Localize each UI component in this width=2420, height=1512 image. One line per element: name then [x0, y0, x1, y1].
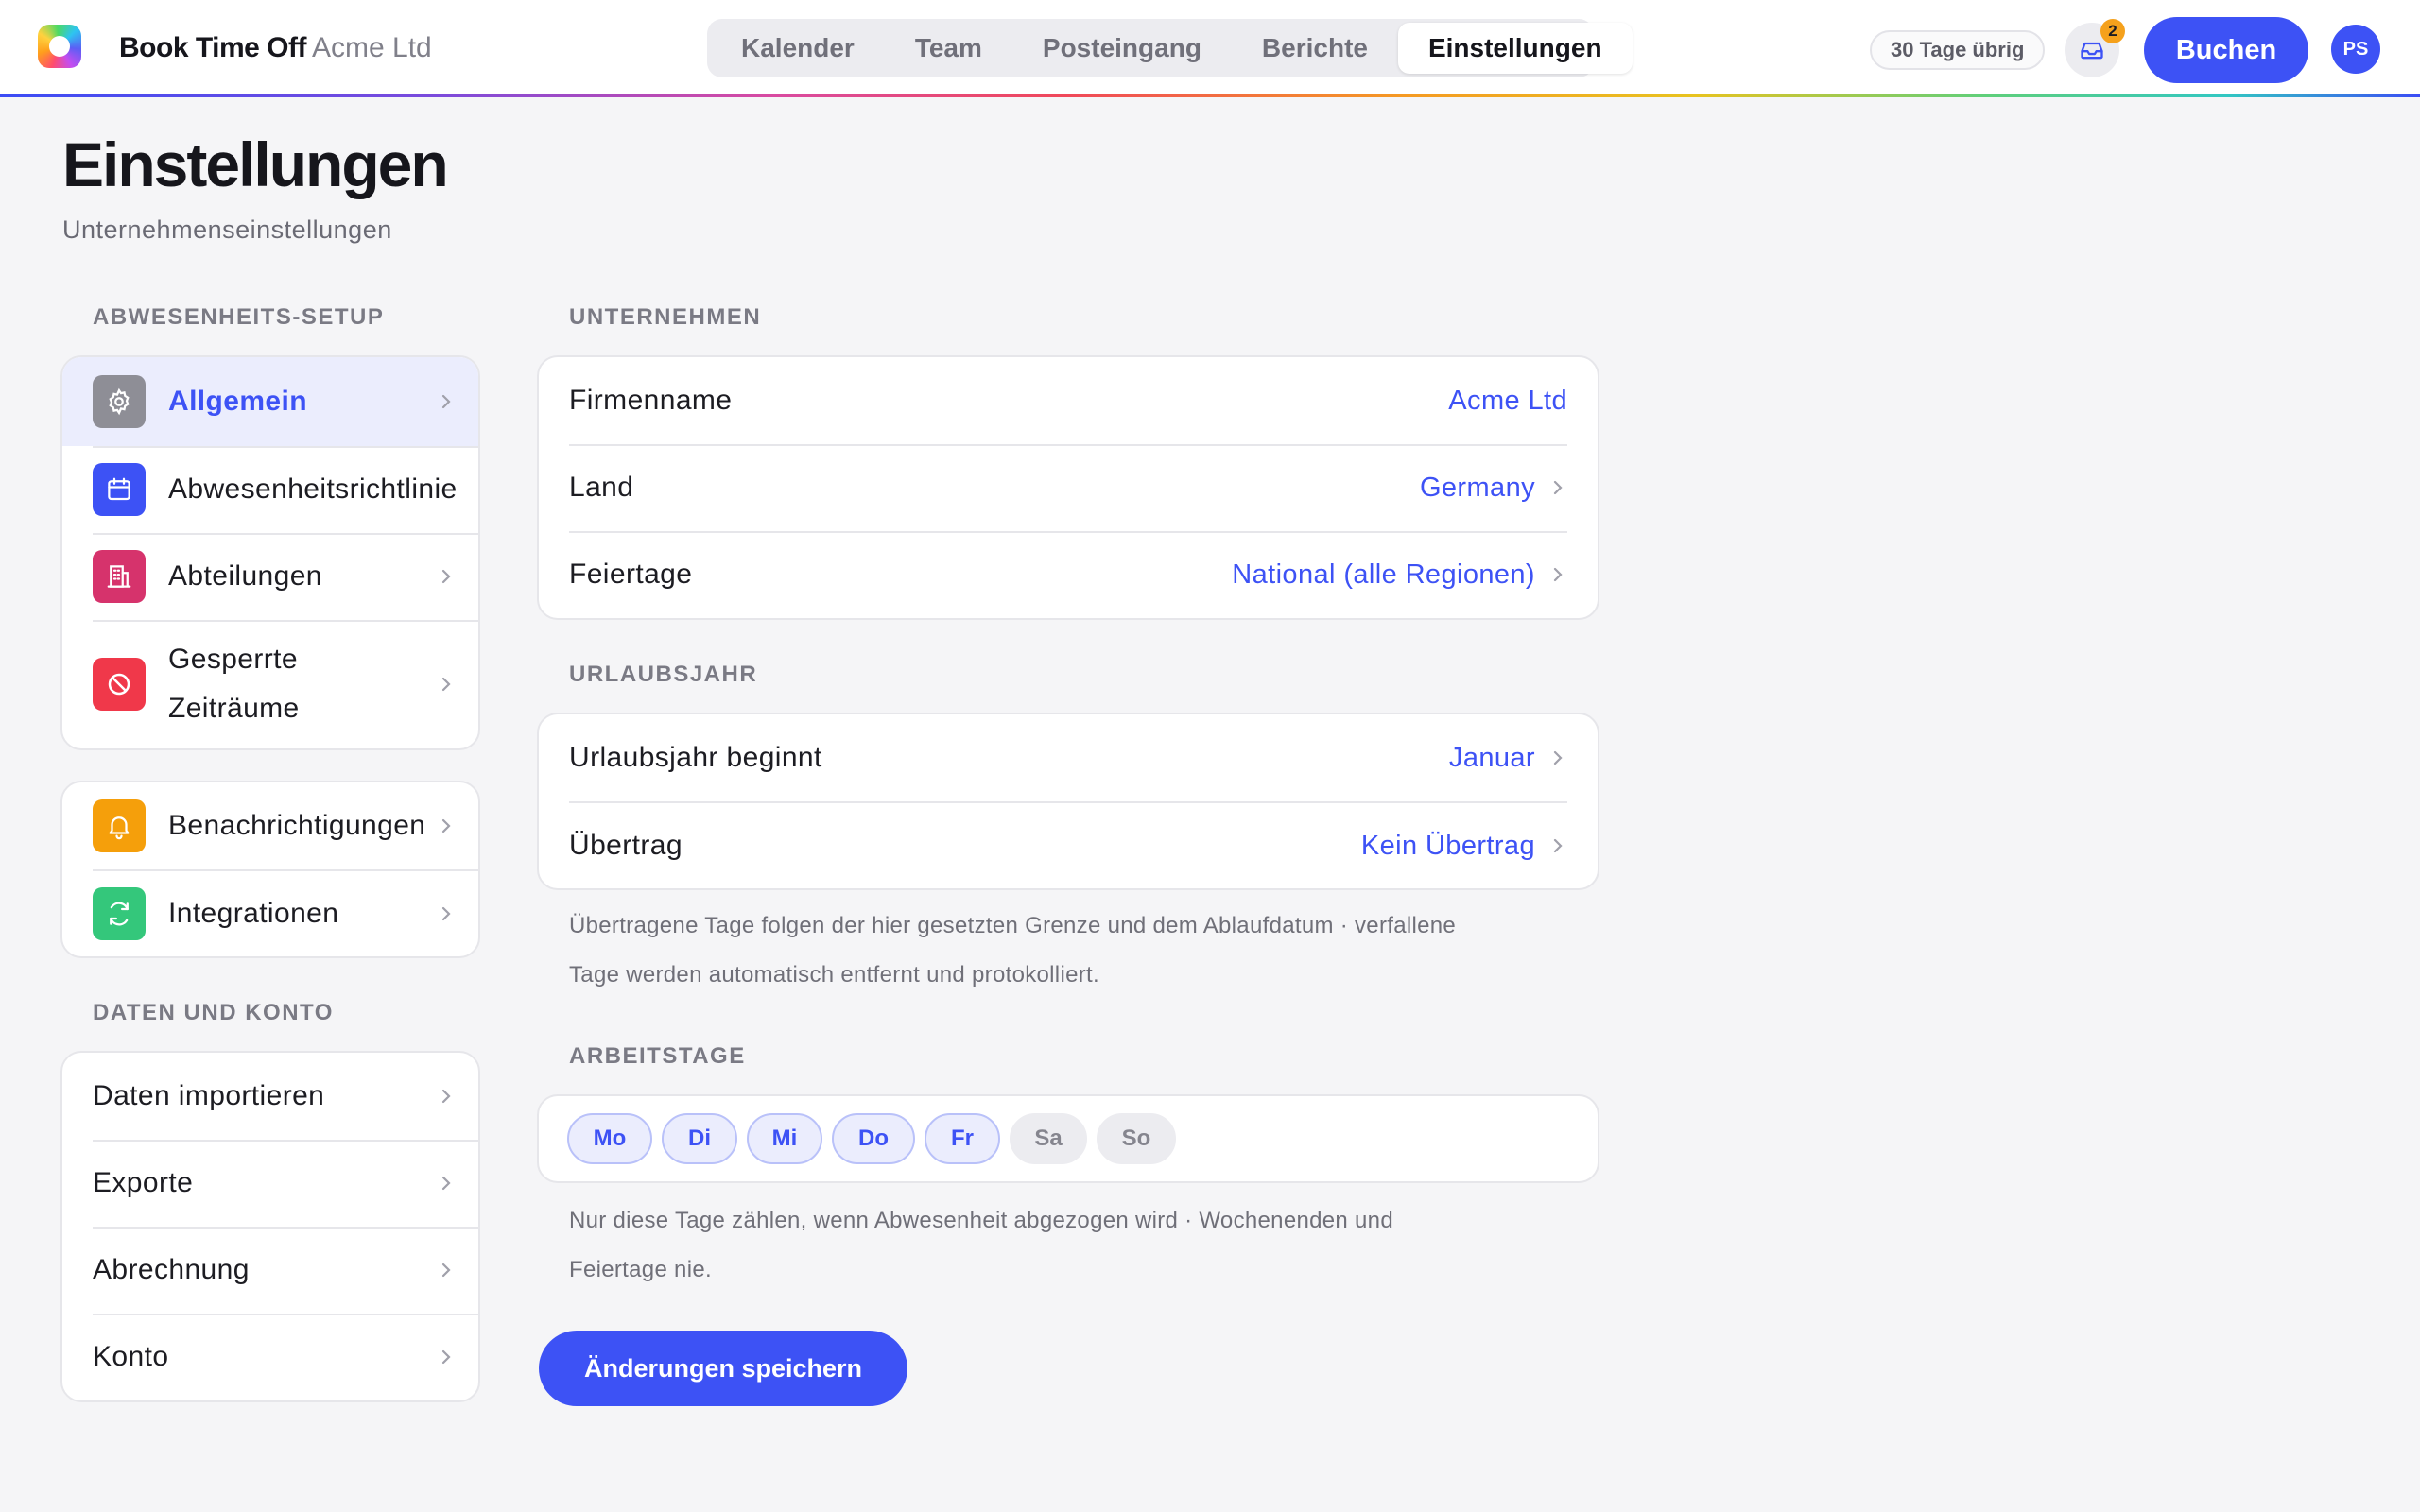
- tab-berichte[interactable]: Berichte: [1232, 23, 1398, 74]
- setting-row-urlaubsjahr-beginnt[interactable]: Urlaubsjahr beginnt Januar: [539, 714, 1598, 801]
- page-title: Einstellungen: [62, 129, 449, 199]
- company-settings-card: Firmenname Acme Ltd Land Germany Feierta…: [537, 355, 1599, 620]
- day-toggle-di[interactable]: Di: [662, 1113, 737, 1164]
- setting-value: Germany: [1419, 472, 1535, 503]
- chevron-right-icon: [437, 904, 456, 923]
- app-logo[interactable]: [38, 25, 81, 68]
- setting-label: Übertrag: [569, 830, 683, 861]
- day-toggle-so[interactable]: So: [1097, 1113, 1176, 1164]
- sidebar-data-card: Daten importieren Exporte Abrechnung Kon…: [60, 1051, 480, 1402]
- day-toggle-sa[interactable]: Sa: [1010, 1113, 1087, 1164]
- sidebar-item-abteilungen[interactable]: Abteilungen: [62, 533, 478, 620]
- page-subtitle: Unternehmenseinstellungen: [62, 215, 392, 244]
- day-toggle-do[interactable]: Do: [832, 1113, 915, 1164]
- chevron-right-icon: [437, 567, 456, 586]
- sidebar-item-konto[interactable]: Konto: [62, 1314, 478, 1400]
- setting-value: National (alle Regionen): [1232, 558, 1535, 590]
- sidebar-item-label: Konto: [93, 1341, 169, 1372]
- setting-label: Feiertage: [569, 558, 693, 590]
- org-name: Acme Ltd: [312, 32, 432, 63]
- calendar-icon: [93, 463, 146, 516]
- chevron-right-icon: [437, 392, 456, 411]
- block-icon: [93, 658, 146, 711]
- chevron-right-icon: [437, 1087, 456, 1106]
- top-bar: Book Time Off Acme Ltd Kalender Team Pos…: [0, 0, 2420, 97]
- setting-label: Land: [569, 472, 634, 503]
- sidebar-item-label: Gesperrte Zeiträume: [168, 644, 300, 724]
- sync-icon: [93, 887, 146, 940]
- setting-row-uebertrag[interactable]: Übertrag Kein Übertrag: [539, 801, 1598, 888]
- tab-posteingang[interactable]: Posteingang: [1012, 23, 1232, 74]
- section-title-arbeitstage: ARBEITSTAGE: [569, 1043, 746, 1069]
- tab-kalender[interactable]: Kalender: [711, 23, 885, 74]
- sidebar-section-data: DATEN UND KONTO: [93, 1000, 334, 1025]
- sidebar-item-label: Daten importieren: [93, 1080, 325, 1111]
- setting-label: Firmenname: [569, 385, 733, 416]
- building-icon: [93, 550, 146, 603]
- sidebar-item-benachrichtigungen[interactable]: Benachrichtigungen: [62, 782, 478, 869]
- chevron-right-icon: [437, 816, 456, 835]
- tab-team[interactable]: Team: [885, 23, 1012, 74]
- sidebar-item-label: Benachrichtigungen: [168, 810, 426, 841]
- sidebar-item-daten-importieren[interactable]: Daten importieren: [62, 1053, 478, 1140]
- sidebar-extra-card: Benachrichtigungen Integrationen: [60, 781, 480, 958]
- bell-icon: [93, 799, 146, 852]
- sidebar-item-gesperrte-zeitraeume[interactable]: Gesperrte Zeiträume: [62, 620, 478, 748]
- user-avatar[interactable]: PS: [2331, 25, 2380, 74]
- day-toggle-mi[interactable]: Mi: [747, 1113, 822, 1164]
- days-remaining-badge: 30 Tage übrig: [1870, 30, 2046, 70]
- sidebar-item-exporte[interactable]: Exporte: [62, 1140, 478, 1227]
- chevron-right-icon: [437, 675, 456, 694]
- chevron-right-icon: [1548, 565, 1567, 584]
- chevron-right-icon: [1548, 748, 1567, 767]
- leave-year-hint: Übertragene Tage folgen der hier gesetzt…: [569, 913, 1457, 988]
- brand-name: Book Time Off: [119, 32, 306, 63]
- sidebar-item-abwesenheitsrichtlinien[interactable]: Abwesenheitsrichtlinien: [62, 446, 478, 533]
- gear-icon: [93, 375, 146, 428]
- chevron-right-icon: [1548, 478, 1567, 497]
- sidebar-item-label: Allgemein: [168, 386, 307, 417]
- day-toggle-fr[interactable]: Fr: [925, 1113, 1000, 1164]
- setting-row-firmenname[interactable]: Firmenname Acme Ltd: [539, 357, 1598, 444]
- setting-value: Januar: [1448, 742, 1535, 773]
- book-button[interactable]: Buchen: [2144, 17, 2308, 83]
- sidebar-item-label: Abteilungen: [168, 560, 322, 592]
- sidebar-item-label: Integrationen: [168, 898, 339, 929]
- main-tabs: Kalender Team Posteingang Berichte Einst…: [707, 19, 1633, 77]
- sidebar-item-allgemein[interactable]: Allgemein: [62, 357, 478, 446]
- header-gradient-rule: [0, 94, 2420, 97]
- inbox-icon: [2081, 42, 2103, 60]
- workdays-hint: Nur diese Tage zählen, wenn Abwesenheit …: [569, 1208, 1393, 1282]
- chevron-right-icon: [1548, 836, 1567, 855]
- section-title-urlaubsjahr: URLAUBSJAHR: [569, 662, 758, 687]
- setting-value: Kein Übertrag: [1360, 830, 1535, 861]
- tab-einstellungen[interactable]: Einstellungen: [1397, 23, 1633, 74]
- setting-value: Acme Ltd: [1448, 385, 1567, 416]
- chevron-right-icon: [437, 1174, 456, 1193]
- workday-selector: Mo Di Mi Do Fr Sa So: [567, 1113, 1176, 1164]
- day-toggle-mo[interactable]: Mo: [567, 1113, 652, 1164]
- sidebar-item-label: Abrechnung: [93, 1254, 250, 1285]
- setting-label: Urlaubsjahr beginnt: [569, 742, 822, 773]
- sidebar-item-label: Abwesenheitsrichtlinien: [168, 473, 456, 505]
- chevron-right-icon: [437, 1261, 456, 1280]
- sidebar-section-setup: ABWESENHEITS-SETUP: [93, 304, 385, 330]
- chevron-right-icon: [437, 1348, 456, 1366]
- leave-year-card: Urlaubsjahr beginnt Januar Übertrag Kein…: [537, 713, 1599, 890]
- section-title-unternehmen: UNTERNEHMEN: [569, 304, 762, 330]
- setting-row-feiertage[interactable]: Feiertage National (alle Regionen): [539, 531, 1598, 618]
- setting-row-land[interactable]: Land Germany: [539, 444, 1598, 531]
- sidebar-item-abrechnung[interactable]: Abrechnung: [62, 1227, 478, 1314]
- save-changes-button[interactable]: Änderungen speichern: [539, 1331, 908, 1406]
- sidebar-setup-card: Allgemein Abwesenheitsrichtlinien Abteil…: [60, 355, 480, 750]
- sidebar-item-label: Exporte: [93, 1167, 194, 1198]
- inbox-count-badge: 2: [2100, 19, 2125, 43]
- sidebar-item-integrationen[interactable]: Integrationen: [62, 869, 478, 956]
